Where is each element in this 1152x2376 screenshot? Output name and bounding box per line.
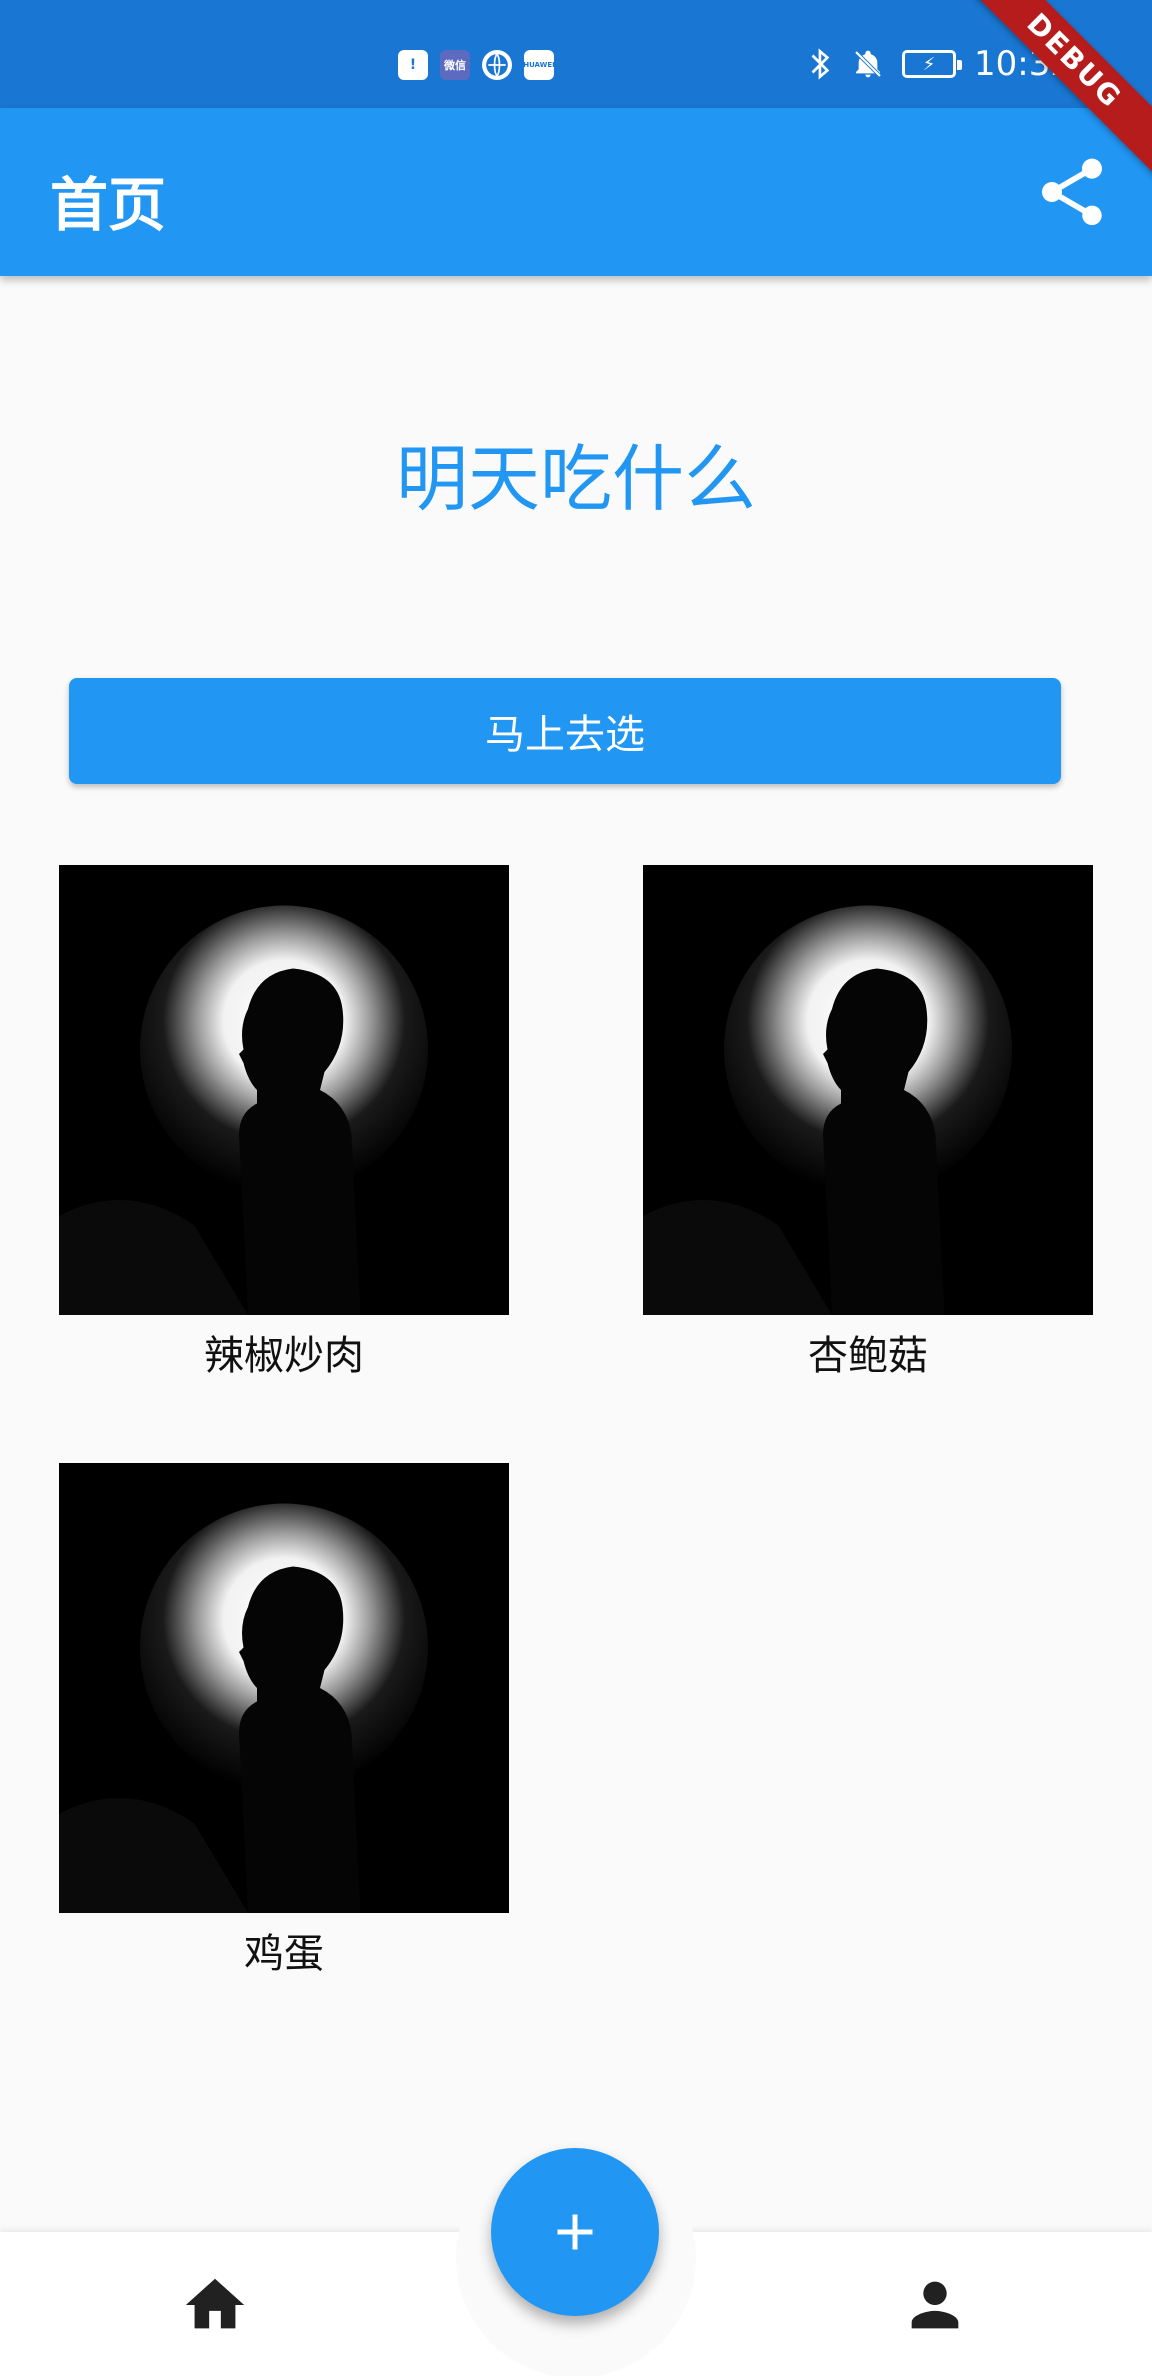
screen: ! 微信 HUAWEI ⚡ 10:32 DEBUG 首页 明天吃什么 马上去选 xyxy=(0,0,1152,2376)
bell-muted-icon xyxy=(854,50,882,78)
food-label: 杏鲍菇 xyxy=(808,1333,928,1379)
alert-notification-glyph: ! xyxy=(409,57,417,73)
status-bar: ! 微信 HUAWEI ⚡ 10:32 xyxy=(0,0,1152,108)
app-bar: 首页 xyxy=(0,108,1152,276)
food-image xyxy=(643,865,1093,1315)
share-icon[interactable] xyxy=(1032,152,1112,232)
store-notification-glyph: HUAWEI xyxy=(524,61,554,69)
battery-icon: ⚡ xyxy=(902,50,963,78)
page-title: 首页 xyxy=(50,171,167,239)
add-fab-button[interactable] xyxy=(491,2148,659,2316)
pick-now-button[interactable]: 马上去选 xyxy=(69,678,1061,784)
browser-notification-icon xyxy=(482,50,512,80)
food-card[interactable]: 辣椒炒肉 xyxy=(59,865,509,1381)
alert-notification-icon: ! xyxy=(398,50,428,80)
headline: 明天吃什么 xyxy=(395,437,756,521)
chat-notification-glyph: 微信 xyxy=(444,59,466,72)
plus-icon xyxy=(557,2214,593,2250)
food-image xyxy=(59,865,509,1315)
bluetooth-icon xyxy=(811,48,830,80)
food-label: 鸡蛋 xyxy=(244,1931,324,1977)
food-image xyxy=(59,1463,509,1913)
person-icon[interactable] xyxy=(900,2270,970,2340)
store-notification-icon: HUAWEI xyxy=(524,50,554,80)
food-card[interactable]: 鸡蛋 xyxy=(59,1463,509,1979)
food-card[interactable]: 杏鲍菇 xyxy=(643,865,1093,1381)
notification-icons: ! 微信 HUAWEI xyxy=(398,50,554,80)
home-icon[interactable] xyxy=(180,2270,250,2340)
chat-notification-icon: 微信 xyxy=(440,50,470,80)
pick-now-button-label: 马上去选 xyxy=(485,712,645,758)
food-label: 辣椒炒肉 xyxy=(204,1333,364,1379)
